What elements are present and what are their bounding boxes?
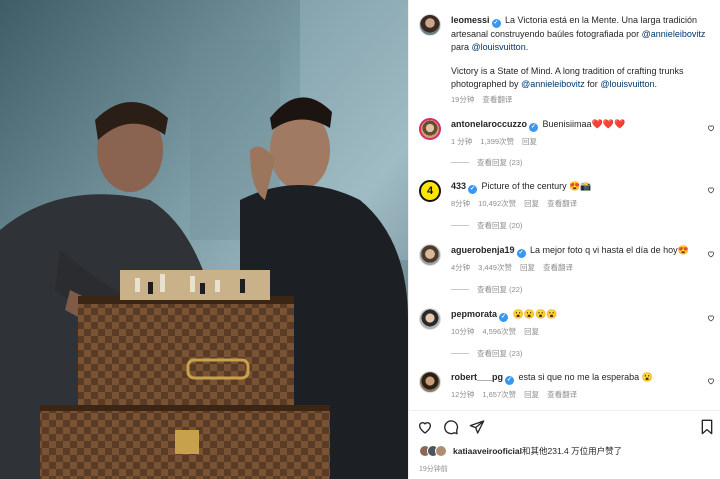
post-sidebar: leomessi ✓ La Victoria está en la Mente. … xyxy=(408,0,720,479)
likes-user[interactable]: katiaaveirooficial xyxy=(453,446,522,456)
verified-icon: ✓ xyxy=(499,313,509,322)
view-replies-label[interactable]: 查看回复 (20) xyxy=(477,220,522,231)
heart-icon[interactable] xyxy=(707,124,715,132)
caption-text: . xyxy=(654,78,657,89)
comment-time: 1 分钟 xyxy=(451,137,473,146)
post-photo-illustration xyxy=(0,0,408,479)
view-replies-label[interactable]: 查看回复 (23) xyxy=(477,157,522,168)
mention-link[interactable]: @louisvuitton xyxy=(600,79,654,89)
reply-button[interactable]: 回复 xyxy=(524,389,539,402)
bookmark-icon[interactable] xyxy=(699,419,715,437)
comment-text: esta si que no me la esperaba 😮 xyxy=(518,372,653,382)
comment-likes[interactable]: 10,492次赞 xyxy=(478,198,516,211)
caption-text: . xyxy=(525,41,529,52)
list-item: antonelaroccuzzo ✓ Buenisiimaa❤️❤️❤️ 1 分钟… xyxy=(419,118,715,149)
share-icon[interactable] xyxy=(469,419,485,437)
view-replies[interactable]: 查看回复 (23) xyxy=(451,157,522,168)
view-replies[interactable]: 查看回复 (22) xyxy=(451,284,522,295)
divider xyxy=(451,225,469,226)
post-photo[interactable] xyxy=(0,0,408,479)
comment-icon[interactable] xyxy=(443,419,459,437)
post-time: 19分钟前 xyxy=(419,466,448,473)
comment-time: 8分钟 xyxy=(451,199,471,208)
view-replies[interactable]: 查看回复 (23) xyxy=(451,348,522,359)
translate-link[interactable]: 查看翻译 xyxy=(482,94,512,107)
mention-link[interactable]: @annieleibovitz xyxy=(521,79,585,89)
view-replies-label[interactable]: 查看回复 (22) xyxy=(477,284,522,295)
heart-icon[interactable] xyxy=(707,186,715,194)
comment-likes[interactable]: 1,657次赞 xyxy=(482,389,516,402)
reply-button[interactable]: 回复 xyxy=(520,262,535,275)
list-item: pepmorata ✓ 😮😮😮😮 10分钟 4,596次赞 回复 xyxy=(419,308,715,339)
divider xyxy=(451,162,469,163)
caption-text: for xyxy=(587,78,598,89)
comment-time: 12分钟 xyxy=(451,390,475,399)
divider xyxy=(451,289,469,290)
comment-likes[interactable]: 1,399次赞 xyxy=(480,136,514,149)
comment-text: 😮😮😮😮 xyxy=(512,309,558,319)
verified-icon: ✓ xyxy=(516,249,526,258)
avatar[interactable] xyxy=(419,14,441,36)
comment-time: 10分钟 xyxy=(451,327,475,336)
heart-icon[interactable] xyxy=(417,419,433,437)
reply-button[interactable]: 回复 xyxy=(524,326,539,339)
comment-text: Buenisiimaa❤️❤️❤️ xyxy=(542,119,626,129)
avatar[interactable] xyxy=(419,371,441,393)
mention-link[interactable]: @louisvuitton xyxy=(472,42,526,52)
caption-username[interactable]: leomessi xyxy=(451,15,490,25)
comment-likes[interactable]: 3,449次赞 xyxy=(478,262,512,275)
heart-icon[interactable] xyxy=(707,314,715,322)
divider xyxy=(409,410,720,411)
action-bar xyxy=(417,419,715,435)
avatar xyxy=(435,445,447,457)
avatar[interactable] xyxy=(419,244,441,266)
view-replies-label[interactable]: 查看回复 (23) xyxy=(477,348,522,359)
verified-icon: ✓ xyxy=(505,376,515,385)
comment-likes[interactable]: 4,596次赞 xyxy=(482,326,516,339)
translate-link[interactable]: 查看翻译 xyxy=(547,198,577,211)
comment-time: 4分钟 xyxy=(451,263,471,272)
heart-icon[interactable] xyxy=(707,377,715,385)
comment-text: La mejor foto q vi hasta el día de hoy😍 xyxy=(530,245,689,255)
verified-icon: ✓ xyxy=(529,123,539,132)
reply-button[interactable]: 回复 xyxy=(522,136,537,149)
view-replies[interactable]: 查看回复 (20) xyxy=(451,220,522,231)
post-caption: leomessi ✓ La Victoria está en la Mente. … xyxy=(419,14,715,107)
caption-text: para xyxy=(451,41,470,52)
likes-text: katiaaveirooficial和其他231.4 万位用户赞了 xyxy=(453,445,622,457)
list-item: 4 433 ✓ Picture of the century 😍📸 8分钟 10,… xyxy=(419,180,715,211)
caption-time: 19分钟 xyxy=(451,95,475,104)
comment-username[interactable]: antonelaroccuzzo xyxy=(451,119,527,129)
list-item: robert___pg ✓ esta si que no me la espera… xyxy=(419,371,715,402)
avatar[interactable] xyxy=(419,118,441,140)
translate-link[interactable]: 查看翻译 xyxy=(543,262,573,275)
likes-rest[interactable]: 和其他231.4 万位用户赞了 xyxy=(522,446,622,456)
comment-username[interactable]: aguerobenja19 xyxy=(451,245,515,255)
verified-icon: ✓ xyxy=(491,19,501,28)
comment-username[interactable]: robert___pg xyxy=(451,372,503,382)
comment-username[interactable]: 433 xyxy=(451,181,466,191)
reply-button[interactable]: 回复 xyxy=(524,198,539,211)
translate-link[interactable]: 查看翻译 xyxy=(547,389,577,402)
list-item: aguerobenja19 ✓ La mejor foto q vi hasta … xyxy=(419,244,715,275)
likes-summary[interactable]: katiaaveirooficial和其他231.4 万位用户赞了 xyxy=(419,445,622,457)
mention-link[interactable]: @annieleibovitz xyxy=(642,29,706,39)
comment-username[interactable]: pepmorata xyxy=(451,309,497,319)
verified-icon: ✓ xyxy=(468,185,478,194)
comment-text: Picture of the century 😍📸 xyxy=(481,181,592,191)
avatar[interactable] xyxy=(419,308,441,330)
heart-icon[interactable] xyxy=(707,250,715,258)
divider xyxy=(451,353,469,354)
avatar[interactable]: 4 xyxy=(419,180,441,202)
